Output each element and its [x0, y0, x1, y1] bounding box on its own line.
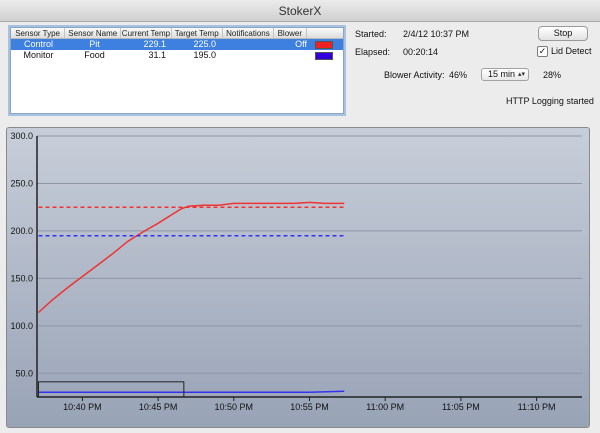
- x-tick-label: 11:05 PM: [442, 402, 480, 412]
- series-line: [37, 201, 345, 314]
- x-tick-label: 10:40 PM: [63, 402, 102, 412]
- temperature-chart: 50.0 100.0 150.0 200.0 250.0 300.0 10:40 PM 10:…: [10, 131, 582, 412]
- y-tick-label: 50.0: [15, 368, 33, 378]
- y-tick-label: 150.0: [10, 273, 33, 283]
- y-tick-label: 100.0: [10, 321, 33, 331]
- x-tick-label: 11:00 PM: [366, 402, 404, 412]
- y-tick-label: 250.0: [10, 178, 33, 188]
- main-window: StokerX Sensor Type Sensor Name Current …: [0, 0, 600, 433]
- x-tick-label: 10:50 PM: [215, 402, 254, 412]
- x-tick-label: 10:45 PM: [139, 402, 178, 412]
- y-tick-label: 200.0: [10, 226, 33, 236]
- y-tick-label: 300.0: [10, 131, 33, 141]
- x-tick-label: 11:10 PM: [518, 402, 556, 412]
- series-line: [38, 390, 345, 394]
- selection-box: [38, 381, 185, 398]
- x-tick-label: 10:55 PM: [290, 402, 329, 412]
